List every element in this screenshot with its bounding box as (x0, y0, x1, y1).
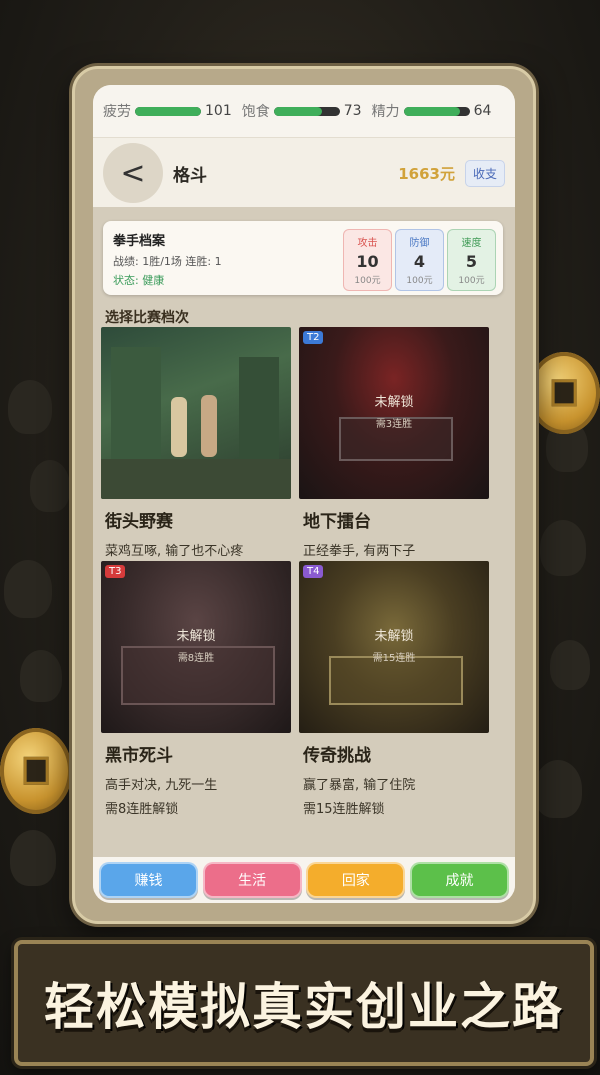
banner-text: 轻松模拟真实创业之路 (44, 978, 564, 1036)
tier-desc: 高手对决, 九死一生 需8连胜解锁 (105, 778, 218, 817)
page-header: < 格斗 1663元 收支 (93, 138, 515, 208)
back-button[interactable]: < (103, 143, 163, 203)
satiety-bar (273, 106, 340, 116)
money-display: 1663元 (398, 164, 455, 183)
chevron-left-icon: < (120, 155, 146, 191)
energy-bar (403, 106, 470, 116)
game-screen: 疲劳 101 饱食 73 精力 64 < 格斗 1663元 收支 拳手档案 战绩… (93, 85, 515, 903)
tier-tag: T2 (303, 331, 324, 344)
tier-card-underground[interactable]: T2 未解锁 需3连胜 地下擂台 正经拳手, 有两下子 (299, 327, 489, 564)
gold-coin-icon (528, 352, 600, 434)
tier-name: 黑市死斗 (105, 746, 173, 766)
tier-desc: 赢了暴富, 输了住院 需15连胜解锁 (303, 778, 416, 817)
stat-fatigue: 疲劳 101 (103, 103, 232, 120)
tier-card-blackmarket[interactable]: T3 未解锁 需8连胜 黑市死斗 高手对决, 九死一生 需8连胜解锁 (101, 561, 291, 822)
lock-overlay: 未解锁 需15连胜 (372, 629, 416, 664)
record-stats: 战绩: 1胜/1场 连胜: 1 (113, 255, 222, 268)
record-title: 拳手档案 (113, 234, 166, 249)
tier-name: 传奇挑战 (303, 746, 371, 766)
status-bar: 疲劳 101 饱食 73 精力 64 (93, 85, 515, 138)
gold-coin-icon (0, 728, 72, 814)
speed-upgrade[interactable]: 速度 5 100元 (447, 229, 496, 291)
underground-arena-image: T2 未解锁 需3连胜 (299, 327, 489, 499)
tier-name: 街头野赛 (105, 512, 173, 532)
tier-name: 地下擂台 (303, 512, 371, 532)
lock-overlay: 未解锁 需8连胜 (176, 629, 216, 664)
record-status: 状态: 健康 (113, 274, 165, 287)
ledger-button[interactable]: 收支 (464, 159, 505, 187)
defense-upgrade[interactable]: 防御 4 100元 (395, 229, 444, 291)
fighter-record-card: 拳手档案 战绩: 1胜/1场 连胜: 1 状态: 健康 攻击 10 100元 防… (103, 221, 503, 295)
page-title: 格斗 (173, 165, 207, 186)
phone-frame: 疲劳 101 饱食 73 精力 64 < 格斗 1663元 收支 拳手档案 战绩… (72, 66, 536, 924)
fatigue-bar (135, 106, 201, 116)
black-market-image: T3 未解锁 需8连胜 (101, 561, 291, 733)
tier-tag: T3 (105, 565, 126, 578)
stat-energy: 精力 64 (371, 103, 492, 120)
section-title: 选择比赛档次 (105, 310, 189, 326)
tier-tag: T4 (303, 565, 324, 578)
promo-banner: 轻松模拟真实创业之路 (14, 940, 594, 1066)
stat-satiety: 饱食 73 (241, 103, 362, 120)
legend-challenge-image: T4 未解锁 需15连胜 (299, 561, 489, 733)
nav-earn-button[interactable]: 赚钱 (99, 862, 198, 898)
tier-card-legend[interactable]: T4 未解锁 需15连胜 传奇挑战 赢了暴富, 输了住院 需15连胜解锁 (299, 561, 489, 822)
nav-achievement-button[interactable]: 成就 (409, 862, 509, 898)
attack-upgrade[interactable]: 攻击 10 100元 (343, 229, 392, 291)
bottom-nav: 赚钱 生活 回家 成就 (93, 857, 515, 903)
nav-life-button[interactable]: 生活 (202, 862, 302, 898)
nav-home-button[interactable]: 回家 (306, 862, 406, 898)
lock-overlay: 未解锁 需3连胜 (374, 395, 414, 430)
street-fight-image (101, 327, 291, 499)
tier-card-street[interactable]: 街头野赛 菜鸡互啄, 输了也不心疼 (101, 327, 291, 564)
